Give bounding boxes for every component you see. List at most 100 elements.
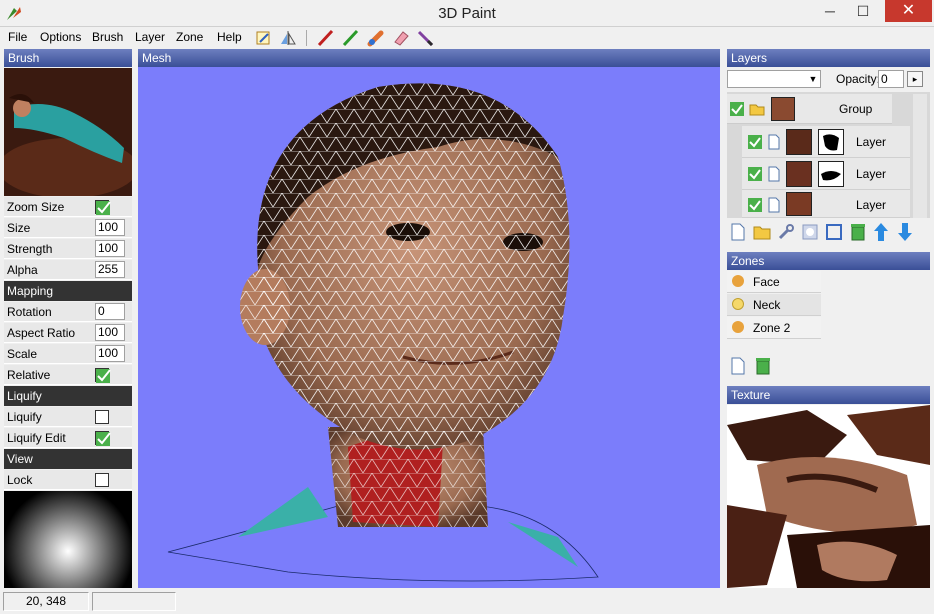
zones-panel-header: Zones [727,252,930,270]
cursor-coordinates: 20, 348 [3,592,89,611]
select-icon[interactable] [825,223,843,241]
move-down-icon[interactable] [897,222,913,242]
brush-falloff-preview [4,491,132,588]
status-panel [92,592,176,611]
zoom-size-label: Zoom Size [7,200,65,214]
checkmark-icon[interactable] [748,167,762,181]
zone-label: Zone 2 [753,321,791,335]
mirror-icon[interactable] [278,28,298,48]
page-icon [768,166,780,182]
new-layer-icon[interactable] [731,223,745,241]
chevron-down-icon: ▼ [808,74,818,84]
delete-zone-icon[interactable] [754,356,772,376]
checkmark-icon[interactable] [748,135,762,149]
layer-label: Layer [856,198,887,212]
liquify-edit-row: Liquify Edit [4,428,132,448]
zone-color-icon [732,275,744,287]
title-bar: 3D Paint ─ ☐ ✕ [0,0,934,27]
status-bar: 20, 348 [0,590,934,614]
rotation-label: Rotation [7,305,52,319]
menu-help[interactable]: Help [217,30,242,44]
checkmark-icon[interactable] [730,102,744,116]
scale-label: Scale [7,347,38,361]
mesh-panel-header: Mesh [138,49,720,67]
opacity-input[interactable]: 0 [878,70,904,88]
menu-file[interactable]: File [8,30,27,44]
scale-input[interactable]: 100 [95,345,125,362]
paint-icon[interactable] [254,28,274,48]
maximize-button[interactable]: ☐ [848,0,878,22]
delete-icon[interactable] [849,222,867,242]
mapping-section-header[interactable]: Mapping [4,281,132,301]
relative-checkbox[interactable] [95,368,111,383]
layer-row-2[interactable]: Layer [742,158,910,190]
toolbar-separator [306,30,307,46]
size-row: Size 100 [4,218,132,238]
eraser-icon[interactable] [391,28,411,48]
layer-mask-thumbnail [818,129,844,155]
menu-options[interactable]: Options [40,30,81,44]
texture-preview [727,405,930,588]
wrench-icon[interactable] [777,223,795,241]
layer-thumbnail [786,161,812,187]
opacity-label: Opacity: [836,72,881,86]
rotation-input[interactable]: 0 [95,303,125,320]
layer-label: Layer [856,167,887,181]
brush-red-icon[interactable] [316,28,336,48]
layers-panel-header: Layers [727,49,930,67]
layer-mask-thumbnail [818,161,844,187]
size-label: Size [7,221,31,235]
menu-layer[interactable]: Layer [135,30,165,44]
zone-item-zone-2[interactable]: Zone 2 [727,317,821,339]
layer-row-3[interactable]: Layer [742,190,910,218]
liquify-checkbox[interactable] [95,410,109,424]
page-icon [768,197,780,213]
head-mesh-render [167,83,599,582]
relative-row: Relative [4,365,132,385]
menu-zone[interactable]: Zone [176,30,203,44]
group-label: Group [839,102,873,116]
aspect-ratio-input[interactable]: 100 [95,324,125,341]
liquify-row: Liquify [4,407,132,427]
zoom-size-row: Zoom Size [4,197,132,217]
minimize-button[interactable]: ─ [815,0,845,22]
alpha-input[interactable]: 255 [95,261,125,278]
liquify-label: Liquify [7,410,42,424]
liquify-edit-checkbox[interactable] [95,431,111,446]
view-section-header[interactable]: View [4,449,132,469]
aspect-ratio-row: Aspect Ratio 100 [4,323,132,343]
smudge-icon[interactable] [366,28,386,48]
size-input[interactable]: 100 [95,219,125,236]
move-up-icon[interactable] [873,222,889,242]
relative-label: Relative [7,368,51,382]
close-button[interactable]: ✕ [885,0,932,22]
layers-scrollbar[interactable] [913,94,927,218]
strength-input[interactable]: 100 [95,240,125,257]
zoom-size-checkbox[interactable] [95,200,111,215]
aspect-ratio-label: Aspect Ratio [7,326,76,340]
scale-row: Scale 100 [4,344,132,364]
checkmark-icon [96,369,111,383]
layer-row-1[interactable]: Layer [742,126,910,158]
mesh-viewport[interactable] [138,67,720,588]
new-zone-icon[interactable] [731,357,745,375]
pencil-icon[interactable] [416,28,436,48]
blend-mode-dropdown[interactable]: ▼ [727,70,821,88]
zone-item-face[interactable]: Face [727,271,821,293]
alpha-row: Alpha 255 [4,260,132,280]
layer-group-row[interactable]: Group [727,94,892,124]
checkmark-icon[interactable] [748,198,762,212]
lock-checkbox[interactable] [95,473,109,487]
layers-toolbar [727,221,930,243]
menu-brush[interactable]: Brush [92,30,123,44]
opacity-arrow-button[interactable]: ▸ [907,71,923,87]
mask-icon[interactable] [801,223,819,241]
liquify-section-header[interactable]: Liquify [4,386,132,406]
rotation-row: Rotation 0 [4,302,132,322]
new-group-icon[interactable] [753,224,771,240]
zone-item-neck[interactable]: Neck [727,294,821,316]
alpha-label: Alpha [7,263,38,277]
strength-row: Strength 100 [4,239,132,259]
liquify-edit-label: Liquify Edit [7,431,66,445]
brush-green-icon[interactable] [341,28,361,48]
